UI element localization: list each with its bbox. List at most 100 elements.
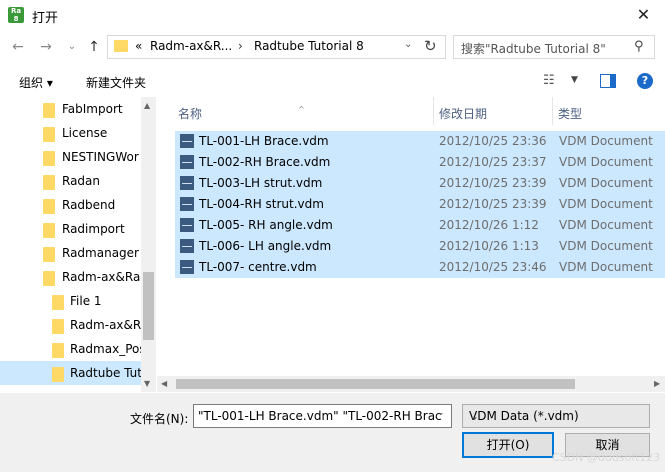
recent-locations-chevron-icon[interactable]: ⌄ (62, 38, 82, 56)
new-folder-button[interactable]: 新建文件夹 (86, 74, 146, 91)
sidebar-item[interactable]: Radtube Tut (0, 361, 141, 385)
column-header-type[interactable]: 类型 (553, 97, 665, 125)
nav-scrollbar[interactable]: ▲ ▼ (141, 97, 156, 392)
sidebar-item[interactable]: Radbend (0, 193, 141, 217)
sidebar-item[interactable]: File 1 (0, 289, 141, 313)
filename-value: "TL-001-LH Brace.vdm" "TL-002-RH Brac (198, 409, 442, 423)
sidebar-item-label: File 1 (70, 294, 102, 308)
window-title: 打开 (32, 11, 59, 26)
sidebar-item-label: FabImport (62, 102, 123, 116)
file-row[interactable]: TL-006- LH angle.vdm 2012/10/26 1:13 VDM D… (175, 236, 665, 257)
column-header-name[interactable]: 名称 ^ (157, 97, 433, 125)
organize-button[interactable]: 组织 ▾ (19, 74, 53, 91)
chevron-down-icon[interactable]: ▼ (571, 75, 578, 85)
folder-icon (52, 343, 64, 358)
file-name: TL-001-LH Brace.vdm (199, 134, 329, 148)
view-options-icon[interactable]: ☷ (543, 73, 555, 88)
close-button[interactable]: ✕ (622, 0, 665, 30)
file-type: VDM Document (559, 176, 653, 190)
folder-icon (43, 271, 55, 286)
vdm-file-icon (180, 218, 194, 232)
sidebar-item[interactable]: License (0, 121, 141, 145)
sidebar-item[interactable]: Radmanager (0, 241, 141, 265)
chevron-right-icon[interactable]: › (238, 39, 243, 53)
file-row[interactable]: TL-001-LH Brace.vdm 2012/10/25 23:36 VDM D… (175, 131, 665, 152)
sidebar-item[interactable]: Radan (0, 169, 141, 193)
address-bar[interactable]: « Radm-ax&R... › Radtube Tutorial 8 ⌄ ↻ (107, 35, 446, 59)
filetype-value: VDM Data (*.vdm) (469, 409, 579, 423)
file-row[interactable]: TL-004-RH strut.vdm 2012/10/25 23:39 VDM D… (175, 194, 665, 215)
scroll-right-icon[interactable]: ▶ (654, 379, 660, 388)
file-type: VDM Document (559, 218, 653, 232)
sidebar-item-label: Radbend (62, 198, 116, 212)
folder-icon (43, 151, 55, 166)
scrollbar-thumb[interactable] (176, 379, 575, 389)
column-header-modified-label: 修改日期 (439, 107, 488, 121)
vdm-file-icon (180, 197, 194, 211)
scroll-down-icon[interactable]: ▼ (144, 379, 150, 388)
back-arrow-icon[interactable]: ← (8, 38, 28, 56)
file-row[interactable]: TL-005- RH angle.vdm 2012/10/26 1:12 VDM D… (175, 215, 665, 236)
file-list: 名称 ^ 修改日期 类型 TL-001-LH Brace.vdm 2012/10/… (157, 97, 665, 393)
search-input[interactable]: 搜索"Radtube Tutorial 8" ⚲ (453, 35, 655, 59)
scroll-left-icon[interactable]: ◀ (161, 379, 167, 388)
column-header-modified[interactable]: 修改日期 (434, 97, 552, 125)
file-name: TL-004-RH strut.vdm (199, 197, 324, 211)
filetype-select[interactable]: VDM Data (*.vdm) ⌄ (462, 404, 650, 428)
search-icon[interactable]: ⚲ (634, 39, 644, 54)
file-type: VDM Document (559, 239, 653, 253)
folder-icon (114, 40, 128, 52)
sidebar-item[interactable]: Radm-ax&Ra (0, 265, 141, 289)
scrollbar-thumb[interactable] (143, 272, 154, 340)
file-row[interactable]: TL-003-LH strut.vdm 2012/10/25 23:39 VDM D… (175, 173, 665, 194)
file-row[interactable]: TL-002-RH Brace.vdm 2012/10/25 23:37 VDM D… (175, 152, 665, 173)
file-name: TL-006- LH angle.vdm (199, 239, 332, 253)
file-type: VDM Document (559, 260, 653, 274)
up-arrow-icon[interactable]: ↑ (84, 38, 104, 56)
folder-icon (43, 247, 55, 262)
vdm-file-icon (180, 260, 194, 274)
sidebar-item[interactable]: Radm-ax&R (0, 313, 141, 337)
chevron-down-icon[interactable]: ⌄ (469, 409, 479, 423)
address-overflow[interactable]: « (135, 39, 142, 53)
vdm-file-icon (180, 155, 194, 169)
filename-input[interactable]: "TL-001-LH Brace.vdm" "TL-002-RH Brac (193, 404, 452, 428)
file-name: TL-007- centre.vdm (199, 260, 317, 274)
file-modified-date: 2012/10/26 1:13 (439, 239, 539, 253)
sidebar-item-label: Radm-ax&Ra (62, 270, 141, 284)
breadcrumb-segment[interactable]: Radm-ax&R... (150, 39, 232, 53)
sidebar-item[interactable]: Radmax_Pos (0, 337, 141, 361)
title-bar: Ra 8 打开 ✕ (0, 0, 665, 32)
sidebar-item-label: Radtube Tut (70, 366, 141, 380)
preview-pane-icon[interactable] (600, 74, 616, 88)
sidebar-item[interactable]: NESTINGWor (0, 145, 141, 169)
column-header-type-label: 类型 (558, 107, 583, 121)
file-modified-date: 2012/10/25 23:39 (439, 176, 547, 190)
search-placeholder: 搜索"Radtube Tutorial 8" (461, 42, 606, 56)
file-modified-date: 2012/10/25 23:46 (439, 260, 547, 274)
file-modified-date: 2012/10/25 23:37 (439, 155, 547, 169)
sidebar-item-label: Radimport (62, 222, 125, 236)
forward-arrow-icon[interactable]: → (36, 38, 56, 56)
filename-label: 文件名(N): (130, 412, 189, 426)
chevron-down-icon[interactable]: ⌄ (437, 408, 445, 418)
breadcrumb-segment[interactable]: Radtube Tutorial 8 (254, 39, 364, 53)
scroll-up-icon[interactable]: ▲ (144, 101, 150, 110)
folder-icon (52, 367, 64, 382)
folder-icon (43, 223, 55, 238)
sidebar-item[interactable]: Radimport (0, 217, 141, 241)
file-row[interactable]: TL-007- centre.vdm 2012/10/25 23:46 VDM Do… (175, 257, 665, 278)
toolbar: 组织 ▾ 新建文件夹 (0, 66, 665, 96)
sidebar-item-label: Radm-ax&R (70, 318, 141, 332)
chevron-down-icon[interactable]: ⌄ (404, 39, 412, 50)
open-button[interactable]: 打开(O) (462, 432, 554, 458)
sidebar-item[interactable]: FabImport (0, 97, 141, 121)
file-modified-date: 2012/10/26 1:12 (439, 218, 539, 232)
sidebar-item-label: License (62, 126, 108, 140)
sidebar-item-label: Radan (62, 174, 101, 188)
help-icon[interactable]: ? (637, 73, 653, 89)
horizontal-scrollbar[interactable]: ◀ ▶ (157, 376, 665, 392)
refresh-icon[interactable]: ↻ (424, 37, 437, 55)
folder-icon (52, 319, 64, 334)
file-name: TL-003-LH strut.vdm (199, 176, 323, 190)
